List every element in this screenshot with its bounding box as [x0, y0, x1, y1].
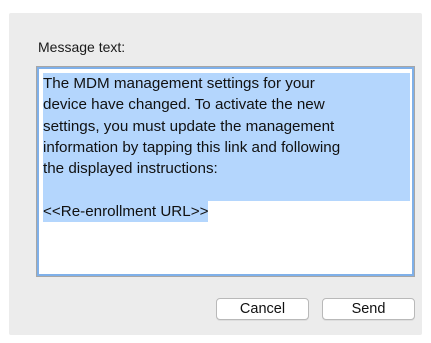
reenrollment-url-placeholder: <<Re-enrollment URL>>	[43, 200, 209, 223]
send-button[interactable]: Send	[322, 298, 415, 320]
message-text-area[interactable]: The MDM management settings for your dev…	[36, 66, 415, 277]
message-line-blank	[43, 179, 410, 201]
message-line: The MDM management settings for your	[43, 73, 410, 95]
message-text-content[interactable]: The MDM management settings for your dev…	[43, 73, 410, 223]
message-line: the displayed instructions:	[43, 158, 410, 180]
dialog-buttons: Cancel Send	[0, 298, 431, 322]
message-line: device have changed. To activate the new	[43, 94, 410, 116]
message-text-label: Message text:	[38, 39, 126, 55]
message-line: settings, you must update the management	[43, 115, 410, 137]
message-line: information by tapping this link and fol…	[43, 136, 410, 159]
cancel-button[interactable]: Cancel	[216, 298, 309, 320]
